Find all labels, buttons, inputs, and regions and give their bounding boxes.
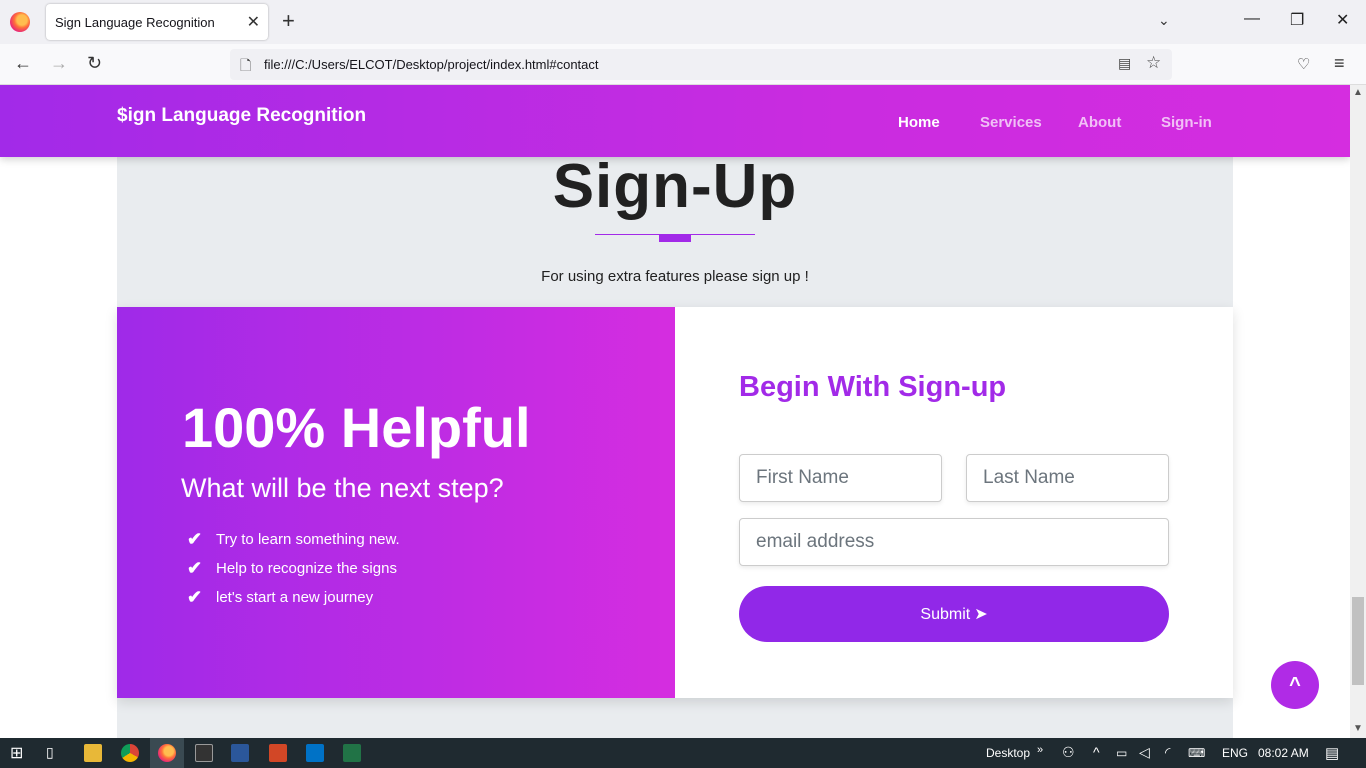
firefox-taskbar-active[interactable]: [150, 738, 184, 768]
nav-services[interactable]: Services: [980, 114, 1042, 131]
menu-icon[interactable]: ≡: [1334, 53, 1345, 74]
new-tab-icon[interactable]: +: [282, 9, 295, 33]
feature-item: ✔ Try to learn something new.: [187, 529, 400, 549]
file-explorer-icon[interactable]: [84, 744, 102, 762]
battery-icon[interactable]: ▭: [1116, 746, 1127, 760]
close-window-icon[interactable]: ✕: [1336, 10, 1349, 30]
browser-tab[interactable]: Sign Language Recognition ✕: [46, 4, 268, 40]
firefox-taskbar-icon: [158, 744, 176, 762]
nav-sign-in[interactable]: Sign-in: [1161, 114, 1212, 131]
scroll-up-arrow-icon[interactable]: ▲: [1353, 87, 1363, 98]
reader-view-icon[interactable]: ▤: [1118, 55, 1131, 72]
excel-icon[interactable]: [343, 744, 361, 762]
clock[interactable]: 08:02 AM: [1258, 746, 1309, 760]
chevron-right-icon[interactable]: »: [1037, 744, 1043, 756]
wifi-icon[interactable]: ◜: [1165, 744, 1170, 761]
url-text[interactable]: file:///C:/Users/ELCOT/Desktop/project/i…: [264, 57, 599, 72]
restore-icon[interactable]: ❐: [1290, 10, 1304, 30]
title-underline-block: [659, 235, 691, 242]
task-view-icon[interactable]: ▯: [46, 744, 54, 761]
bookmark-star-icon[interactable]: ☆: [1146, 53, 1161, 73]
desktop-toolbar-label[interactable]: Desktop: [986, 746, 1030, 760]
site-navbar: $ign Language Recognition Home Services …: [0, 85, 1350, 157]
browser-toolbar: ← → ↻ 🗋 file:///C:/Users/ELCOT/Desktop/p…: [0, 44, 1366, 85]
first-name-field[interactable]: [739, 454, 942, 502]
last-name-field[interactable]: [966, 454, 1169, 502]
notification-icon[interactable]: ▤: [1325, 744, 1339, 762]
pocket-icon[interactable]: ♡: [1297, 55, 1310, 73]
minimize-icon[interactable]: —: [1244, 10, 1260, 28]
scrollbar-thumb[interactable]: [1352, 597, 1364, 685]
scroll-to-top-button[interactable]: ^: [1271, 661, 1319, 709]
browser-tab-bar: Sign Language Recognition ✕ + ⌄ — ❐ ✕: [0, 0, 1366, 44]
page-scrollbar[interactable]: ▲ ▼: [1350, 85, 1366, 738]
submit-label: Submit: [920, 606, 971, 623]
people-icon[interactable]: ⚇: [1062, 744, 1075, 761]
check-icon: ✔: [187, 587, 203, 607]
outlook-icon[interactable]: [306, 744, 324, 762]
language-indicator[interactable]: ENG: [1222, 746, 1248, 760]
forward-icon[interactable]: →: [50, 53, 68, 74]
promo-subheadline: What will be the next step?: [181, 473, 504, 503]
check-icon: ✔: [187, 529, 203, 549]
word-icon[interactable]: [231, 744, 249, 762]
volume-icon[interactable]: ◁: [1139, 744, 1150, 761]
scroll-down-arrow-icon[interactable]: ▼: [1353, 723, 1363, 734]
page-subtitle: For using extra features please sign up …: [541, 268, 809, 285]
feature-item: ✔ Help to recognize the signs: [187, 558, 397, 578]
tab-close-icon[interactable]: ✕: [247, 12, 260, 32]
back-icon[interactable]: ←: [14, 53, 32, 74]
tab-title: Sign Language Recognition: [55, 15, 215, 30]
page-title: Sign-Up: [552, 152, 798, 221]
paper-plane-icon: ➤: [974, 606, 988, 623]
promo-panel: 100% Helpful What will be the next step?…: [117, 307, 675, 698]
feature-list: ✔ Try to learn something new. ✔ Help to re…: [187, 525, 400, 612]
promo-headline: 100% Helpful: [182, 396, 531, 459]
nav-about[interactable]: About: [1078, 114, 1121, 131]
email-field[interactable]: [739, 518, 1169, 566]
firefox-icon[interactable]: [10, 12, 30, 32]
nav-home[interactable]: Home: [898, 114, 940, 131]
feature-item: ✔ let's start a new journey: [187, 587, 374, 607]
show-hidden-icons-chevron-icon[interactable]: ^: [1093, 744, 1100, 760]
form-title: Begin With Sign-up: [739, 371, 1007, 403]
windows-taskbar: ⊞ ▯ Desktop » ⚇ ^ ▭ ◁ ◜ ⌨ ENG 08:02 AM ▤: [0, 738, 1366, 768]
keyboard-icon[interactable]: ⌨: [1188, 746, 1205, 760]
url-bar[interactable]: 🗋 file:///C:/Users/ELCOT/Desktop/project…: [230, 49, 1172, 80]
cmd-icon[interactable]: [195, 744, 213, 762]
submit-button[interactable]: Submit ➤: [739, 586, 1169, 642]
check-icon: ✔: [187, 558, 203, 578]
page-icon: 🗋: [240, 57, 252, 73]
tab-list-chevron-icon[interactable]: ⌄: [1158, 12, 1170, 29]
chrome-icon[interactable]: [121, 744, 139, 762]
reload-icon[interactable]: ↻: [87, 53, 102, 74]
chevron-up-icon: ^: [1289, 674, 1301, 696]
windows-start-icon[interactable]: ⊞: [10, 743, 23, 763]
web-page: Sign-Up For using extra features please …: [0, 85, 1350, 738]
signup-card: 100% Helpful What will be the next step?…: [117, 307, 1233, 698]
powerpoint-icon[interactable]: [269, 744, 287, 762]
site-brand[interactable]: $ign Language Recognition: [117, 105, 366, 127]
